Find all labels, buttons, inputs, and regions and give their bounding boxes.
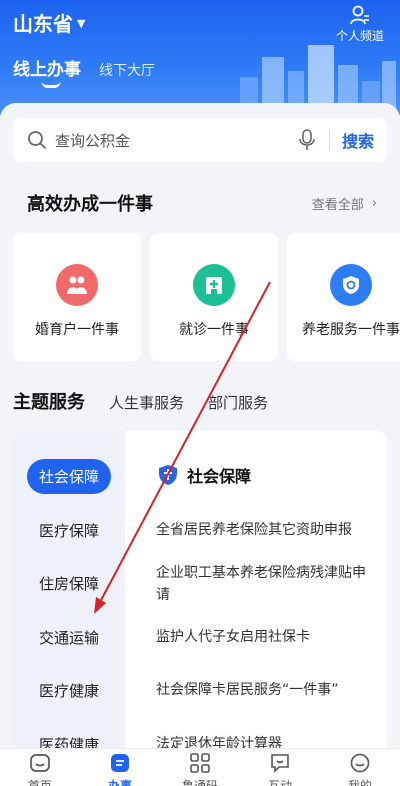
microphone-icon[interactable] <box>299 129 315 151</box>
category-health[interactable]: 医疗健康 <box>13 672 125 708</box>
search-icon <box>28 131 46 149</box>
nav-label: 首页 <box>27 779 52 786</box>
efficient-cards: 婚育户一件事 就诊一件事 养老服务一件事 <box>13 233 400 361</box>
category-transport[interactable]: 交通运输 <box>13 619 125 655</box>
category-label: 住房保障 <box>38 574 99 593</box>
nav-service[interactable]: 办事 <box>90 753 150 786</box>
category-heading: 社会保障 <box>157 463 251 487</box>
nav-interact[interactable]: 互动 <box>250 753 310 786</box>
category-label: 医疗保障 <box>38 521 99 540</box>
personal-channel-button[interactable]: 个人频道 <box>330 2 390 44</box>
app-header: 山东省 ▼ 个人频道 线上办事 线下大厅 <box>0 0 400 115</box>
home-icon <box>30 754 50 772</box>
card-label: 养老服务一件事 <box>302 322 400 338</box>
tab-online-services[interactable]: 线上办事 <box>13 55 81 88</box>
elder-care-icon <box>330 264 372 306</box>
main-panel: 查询公积金 搜索 高效办成一件事 查看全部 › 婚育户一件事 就诊一件事 养老服… <box>0 103 400 786</box>
section-title-efficient: 高效办成一件事 <box>27 194 153 215</box>
category-label: 社会保障 <box>26 458 111 494</box>
chevron-down-icon: ▼ <box>77 17 86 30</box>
see-all-link[interactable]: 查看全部 › <box>312 194 377 213</box>
category-heading-label: 社会保障 <box>187 467 252 486</box>
category-social-security[interactable]: 社会保障 <box>13 458 125 494</box>
nav-label: 我的 <box>347 779 372 786</box>
nav-label: 办事 <box>107 779 132 786</box>
category-label: 交通运输 <box>38 628 99 647</box>
category-sidebar: 社会保障 医疗保障 住房保障 交通运输 医疗健康 医药健康 <box>13 431 125 786</box>
service-icon <box>111 754 129 772</box>
nav-profile[interactable]: 我的 <box>330 753 390 786</box>
category-label: 医疗健康 <box>38 681 99 700</box>
family-icon <box>56 264 98 306</box>
search-button[interactable]: 搜索 <box>342 128 374 152</box>
category-medical-insurance[interactable]: 医疗保障 <box>13 512 125 548</box>
service-item[interactable]: 企业职工基本养老保险病残津贴申请 <box>156 562 371 606</box>
card-medical-visit[interactable]: 就诊一件事 <box>150 233 278 361</box>
search-divider <box>328 130 330 150</box>
shield-icon <box>159 465 177 485</box>
hospital-icon <box>193 264 235 306</box>
tab-life-events[interactable]: 人生事服务 <box>109 392 184 414</box>
user-switch-icon <box>350 5 369 25</box>
bottom-navigation: 首页 办事 鲁通码 互动 我的 <box>0 748 400 786</box>
service-panel: 社会保障 医疗保障 住房保障 交通运输 医疗健康 医药健康 社会保障 全省居民养… <box>13 431 387 786</box>
qr-code-icon <box>190 753 210 773</box>
chevron-right-icon: › <box>371 195 377 211</box>
service-item[interactable]: 全省居民养老保险其它资助申报 <box>156 519 371 541</box>
see-all-label: 查看全部 <box>311 197 364 213</box>
nav-label: 互动 <box>267 779 292 786</box>
nav-label: 鲁通码 <box>181 779 218 786</box>
region-selector[interactable]: 山东省 ▼ <box>13 8 85 37</box>
card-label: 就诊一件事 <box>179 322 249 338</box>
region-label: 山东省 <box>13 12 73 36</box>
card-label: 婚育户一件事 <box>35 322 119 338</box>
tab-departments[interactable]: 部门服务 <box>208 392 268 414</box>
tab-offline-hall[interactable]: 线下大厅 <box>99 60 155 80</box>
card-marriage-birth[interactable]: 婚育户一件事 <box>13 233 141 361</box>
profile-icon <box>350 753 370 773</box>
tab-theme-services[interactable]: 主题服务 <box>13 388 85 414</box>
category-housing[interactable]: 住房保障 <box>13 565 125 601</box>
nav-qr-code[interactable]: 鲁通码 <box>170 753 230 786</box>
search-bar[interactable]: 查询公积金 搜索 <box>13 118 387 162</box>
chat-icon <box>271 754 289 773</box>
nav-home[interactable]: 首页 <box>10 753 70 786</box>
service-item[interactable]: 社会保障卡居民服务“一件事” <box>156 679 371 701</box>
card-elder-care[interactable]: 养老服务一件事 <box>287 233 400 361</box>
search-input[interactable]: 查询公积金 <box>55 130 299 151</box>
service-item[interactable]: 监护人代子女启用社保卡 <box>156 626 371 648</box>
personal-channel-label: 个人频道 <box>335 29 384 43</box>
